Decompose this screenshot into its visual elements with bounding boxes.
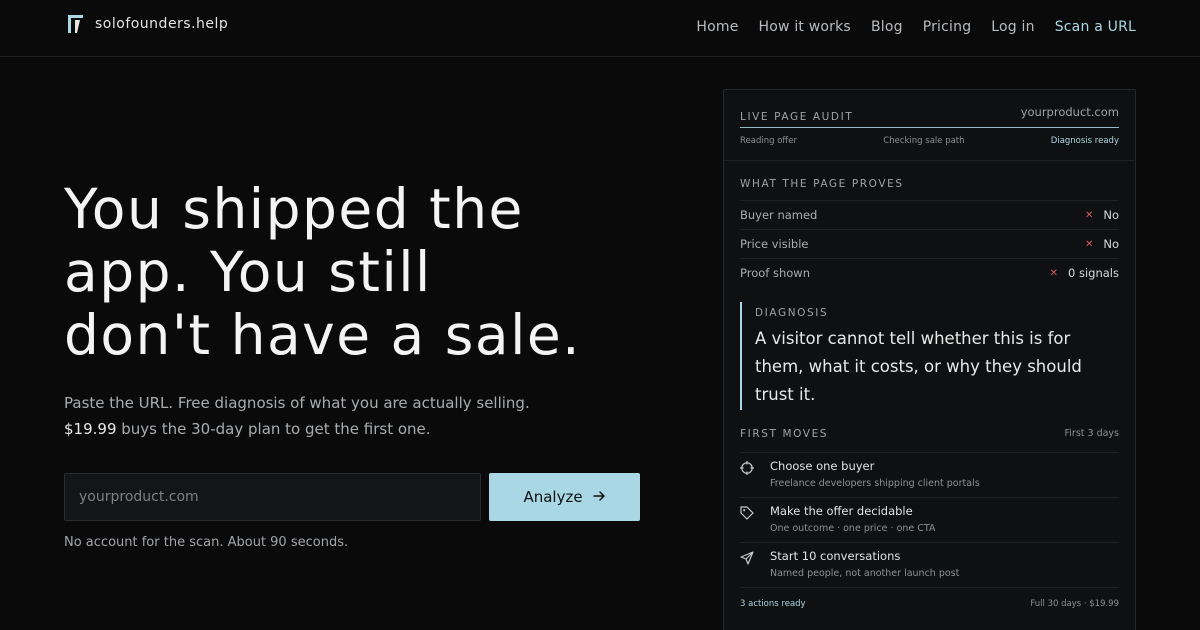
proof-value: No bbox=[1103, 208, 1119, 222]
diagnosis-label: DIAGNOSIS bbox=[755, 307, 829, 319]
bracket-logo-icon bbox=[66, 14, 85, 34]
site-header: solofounders.help Home How it works Blog… bbox=[0, 0, 1200, 57]
brand-logo[interactable]: solofounders.help bbox=[66, 14, 228, 34]
step-checking-sale-path: Checking sale path bbox=[883, 136, 965, 146]
hero-sub-price: $19.99 bbox=[64, 420, 117, 438]
x-mark-icon: ✕ bbox=[1084, 209, 1094, 221]
x-mark-icon: ✕ bbox=[1084, 238, 1094, 250]
audit-title: LIVE PAGE AUDIT bbox=[740, 111, 854, 123]
proof-value: 0 signals bbox=[1068, 266, 1119, 280]
step-diagnosis-ready: Diagnosis ready bbox=[1050, 136, 1119, 146]
proof-label: Proof shown bbox=[740, 266, 810, 280]
proof-label: Price visible bbox=[740, 237, 809, 251]
hero-title-line-3: don't have a sale. bbox=[64, 303, 582, 367]
hero-sub-part-2: buys the 30-day plan to get the first on… bbox=[116, 420, 431, 438]
proof-label: Buyer named bbox=[740, 208, 818, 222]
audit-domain: yourproduct.com bbox=[1020, 105, 1119, 119]
move-item: Make the offer decidable One outcome · o… bbox=[740, 497, 1119, 542]
live-audit-panel: LIVE PAGE AUDIT yourproduct.com Reading … bbox=[723, 89, 1136, 630]
step-reading-offer: Reading offer bbox=[740, 136, 797, 146]
nav-scan-url[interactable]: Scan a URL bbox=[1055, 19, 1136, 35]
send-icon bbox=[740, 550, 754, 565]
moves-header: FIRST MOVES First 3 days bbox=[740, 428, 1119, 440]
audit-footer: 3 actions ready Full 30 days · $19.99 bbox=[740, 599, 1119, 609]
scan-note: No account for the scan. About 90 second… bbox=[64, 535, 349, 550]
audit-progress-line bbox=[740, 127, 1119, 128]
audit-header: LIVE PAGE AUDIT yourproduct.com bbox=[740, 105, 1119, 124]
proof-row-price: Price visible ✕ No bbox=[740, 229, 1119, 258]
diagnosis-text: A visitor cannot tell whether this is fo… bbox=[755, 329, 1082, 404]
actions-ready: 3 actions ready bbox=[740, 599, 806, 609]
nav-how-it-works[interactable]: How it works bbox=[759, 19, 851, 35]
nav-pricing[interactable]: Pricing bbox=[923, 19, 972, 35]
hero-title: You shipped the app. You still don't hav… bbox=[64, 178, 684, 367]
x-mark-icon: ✕ bbox=[1049, 267, 1059, 279]
arrow-right-icon bbox=[592, 488, 606, 506]
full-plan-price: Full 30 days · $19.99 bbox=[1030, 599, 1119, 609]
crosshair-icon bbox=[740, 460, 754, 475]
move-title: Choose one buyer bbox=[770, 459, 875, 473]
main-nav: Home How it works Blog Pricing Log in Sc… bbox=[696, 19, 1136, 35]
nav-home[interactable]: Home bbox=[696, 19, 738, 35]
proof-value: No bbox=[1103, 237, 1119, 251]
move-subtitle: Named people, not another launch post bbox=[770, 568, 960, 579]
url-input[interactable] bbox=[64, 473, 481, 521]
diagnosis-block: DIAGNOSIS A visitor cannot tell whether … bbox=[740, 302, 1119, 410]
tag-icon bbox=[740, 505, 754, 520]
moves-divider bbox=[740, 587, 1119, 588]
move-subtitle: One outcome · one price · one CTA bbox=[770, 523, 936, 534]
move-title: Make the offer decidable bbox=[770, 504, 913, 518]
proof-row-proof: Proof shown ✕ 0 signals bbox=[740, 258, 1119, 287]
brand-name: solofounders.help bbox=[95, 16, 229, 32]
move-subtitle: Freelance developers shipping client por… bbox=[770, 478, 980, 489]
panel-divider bbox=[724, 160, 1135, 161]
analyze-button[interactable]: Analyze bbox=[489, 473, 640, 521]
hero-title-line-1: You shipped the bbox=[64, 177, 524, 241]
move-item: Start 10 conversations Named people, not… bbox=[740, 542, 1119, 587]
hero-subtitle: Paste the URL. Free diagnosis of what yo… bbox=[64, 390, 534, 442]
moves-title: FIRST MOVES bbox=[740, 428, 829, 440]
audit-steps: Reading offer Checking sale path Diagnos… bbox=[740, 136, 1119, 146]
nav-log-in[interactable]: Log in bbox=[991, 19, 1034, 35]
moves-days: First 3 days bbox=[1064, 428, 1120, 439]
nav-blog[interactable]: Blog bbox=[871, 19, 903, 35]
move-item: Choose one buyer Freelance developers sh… bbox=[740, 452, 1119, 497]
hero-sub-part-1: Paste the URL. Free diagnosis of what yo… bbox=[64, 394, 530, 412]
analyze-button-label: Analyze bbox=[523, 488, 583, 506]
proof-row-buyer: Buyer named ✕ No bbox=[740, 200, 1119, 229]
proves-title: WHAT THE PAGE PROVES bbox=[740, 178, 904, 190]
move-title: Start 10 conversations bbox=[770, 549, 901, 563]
hero-title-line-2: app. You still bbox=[64, 240, 432, 304]
